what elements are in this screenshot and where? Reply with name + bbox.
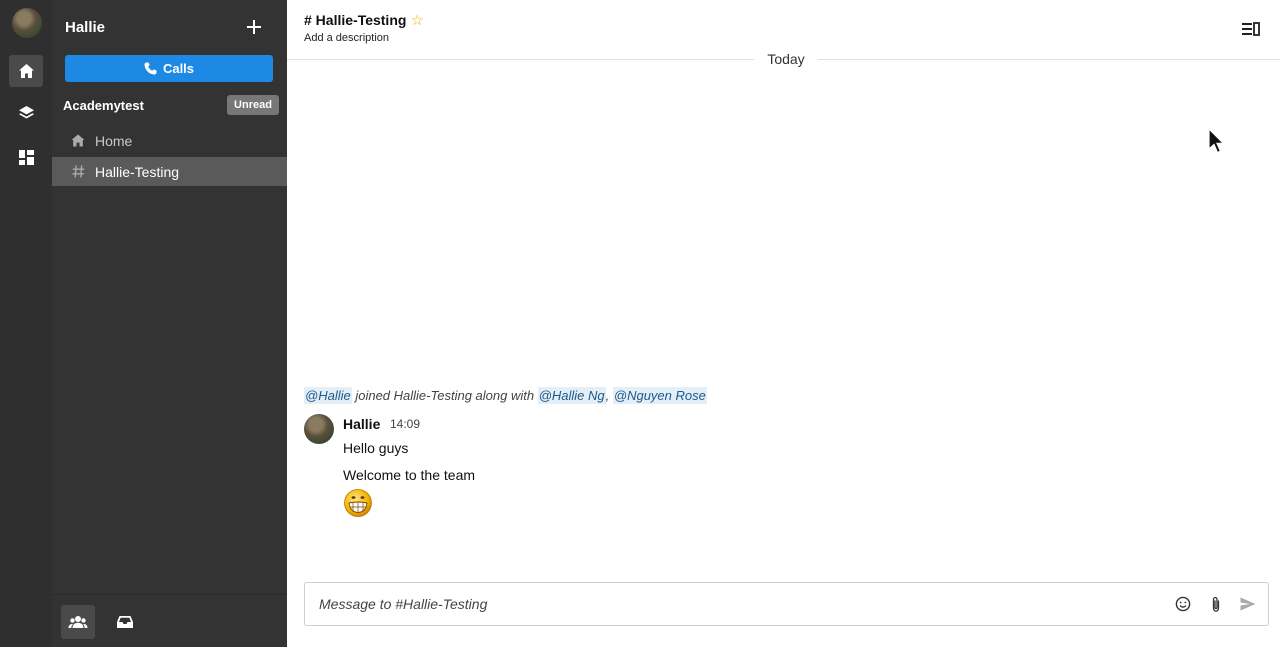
channel-title: # Hallie-Testing: [304, 12, 407, 28]
rail-home-button[interactable]: [9, 55, 43, 87]
sidebar-item-hallie-testing[interactable]: Hallie-Testing: [52, 157, 287, 186]
message-text: Hello guys: [343, 440, 409, 456]
mention-link[interactable]: @Hallie Ng: [537, 387, 606, 404]
home-icon: [71, 134, 85, 147]
mention-link[interactable]: @Nguyen Rose: [612, 387, 707, 404]
system-message: @Hallie joined Hallie-Testing along with…: [304, 387, 707, 404]
divider-line: [287, 59, 754, 60]
team-name[interactable]: Academytest: [63, 98, 144, 113]
inbox-button[interactable]: [108, 605, 142, 639]
rail-layers-button[interactable]: [9, 97, 43, 129]
channel-description[interactable]: Add a description: [304, 32, 389, 44]
date-divider-label: Today: [754, 51, 818, 67]
plus-icon[interactable]: [245, 18, 263, 36]
sidebar-item-label: Home: [95, 132, 133, 149]
sidebar-username: Hallie: [65, 19, 106, 36]
user-avatar[interactable]: [12, 8, 42, 38]
calls-label: Calls: [162, 61, 195, 76]
emoji-picker-icon[interactable]: [1174, 595, 1192, 613]
rail-directory-button[interactable]: [9, 141, 43, 173]
mention-link[interactable]: @Hallie: [304, 387, 352, 404]
hash-icon: [71, 165, 85, 178]
dashboard-icon: [18, 149, 34, 165]
unread-badge[interactable]: Unread: [227, 95, 279, 115]
avatar[interactable]: [304, 414, 334, 444]
sidebar-item-label: Hallie-Testing: [95, 163, 180, 180]
main-panel: # Hallie-Testing ☆ Add a description Tod…: [287, 0, 1280, 647]
date-divider: Today: [287, 49, 1280, 71]
send-icon[interactable]: [1239, 595, 1257, 613]
message-timestamp: 14:09: [390, 417, 421, 431]
sidebar-divider: [52, 594, 287, 595]
left-rail: [0, 0, 52, 647]
layers-icon: [18, 105, 34, 118]
inbox-icon: [117, 616, 133, 628]
sidebar-toggle-icon[interactable]: [1242, 22, 1260, 36]
teams-button[interactable]: [61, 605, 95, 639]
message-composer: [304, 582, 1269, 626]
message-text: Welcome to the team: [343, 467, 476, 483]
divider-line: [818, 59, 1280, 60]
group-icon: [68, 616, 88, 628]
message-author[interactable]: Hallie: [343, 416, 380, 432]
system-message-separator: ,: [605, 388, 613, 403]
channel-title-row: # Hallie-Testing ☆: [304, 11, 424, 29]
home-icon: [18, 64, 34, 78]
message-input[interactable]: [319, 594, 1159, 614]
sidebar-item-home[interactable]: Home: [52, 126, 287, 155]
sidebar: Hallie Calls Academytest Unread Home Hal…: [52, 0, 287, 647]
app-window: Hallie Calls Academytest Unread Home Hal…: [0, 0, 1280, 647]
system-message-text: joined Hallie-Testing along with: [351, 388, 538, 403]
calls-button[interactable]: Calls: [65, 55, 273, 82]
paperclip-icon[interactable]: [1207, 595, 1225, 613]
phone-icon: [144, 62, 157, 75]
mouse-cursor-icon: [1208, 128, 1225, 154]
star-icon[interactable]: ☆: [410, 11, 423, 29]
grinning-face-emoji-icon: [344, 489, 372, 517]
